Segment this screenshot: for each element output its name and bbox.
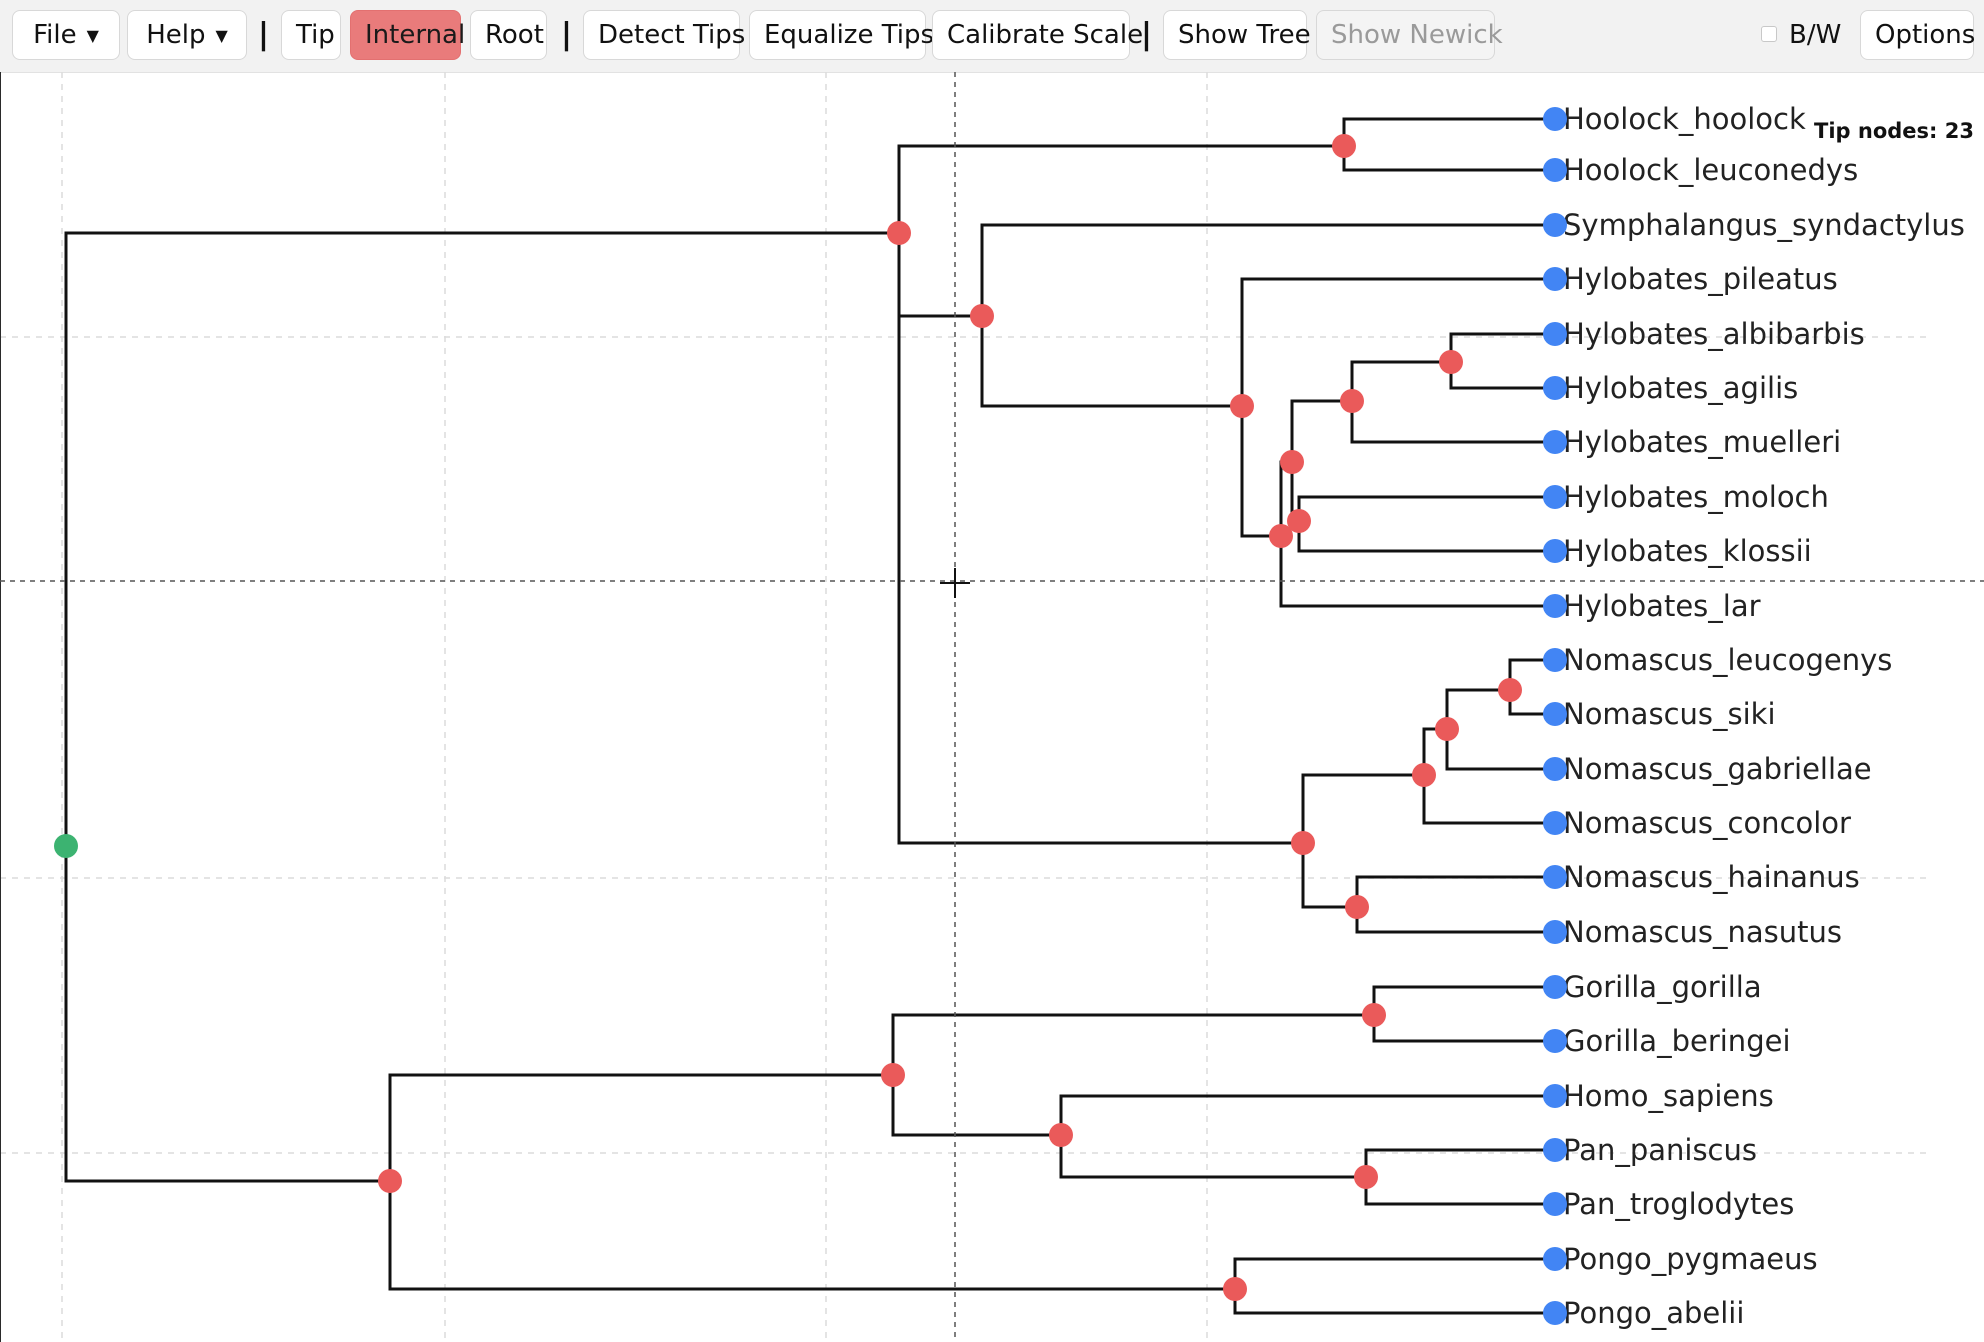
internal-node[interactable] bbox=[887, 221, 911, 245]
tip-label: Hylobates_agilis bbox=[1563, 371, 1798, 405]
tip-label: Homo_sapiens bbox=[1563, 1079, 1774, 1113]
tip-node[interactable] bbox=[1543, 702, 1567, 726]
file-menu-button[interactable]: File ▼ bbox=[12, 10, 120, 60]
tip-node[interactable] bbox=[1543, 648, 1567, 672]
tip-label: Hoolock_leuconedys bbox=[1563, 153, 1858, 187]
internal-node[interactable] bbox=[1223, 1277, 1247, 1301]
tip-label: Gorilla_beringei bbox=[1563, 1024, 1791, 1058]
bw-label: B/W bbox=[1789, 20, 1842, 50]
tip-label: Gorilla_gorilla bbox=[1563, 970, 1762, 1004]
tip-node[interactable] bbox=[1543, 107, 1567, 131]
tip-label: Pongo_abelii bbox=[1563, 1296, 1744, 1330]
tree-nodes bbox=[54, 107, 1567, 1325]
tip-node[interactable] bbox=[1543, 213, 1567, 237]
tip-label: Hylobates_klossii bbox=[1563, 534, 1812, 568]
toolbar-separator: | bbox=[258, 17, 269, 52]
tip-node[interactable] bbox=[1543, 594, 1567, 618]
tip-node[interactable] bbox=[1543, 158, 1567, 182]
internal-node[interactable] bbox=[1439, 350, 1463, 374]
root-mode-button[interactable]: Root bbox=[470, 10, 547, 60]
internal-node[interactable] bbox=[881, 1063, 905, 1087]
show-newick-button[interactable]: Show Newick bbox=[1316, 10, 1503, 60]
tip-node[interactable] bbox=[1543, 322, 1567, 346]
internal-node[interactable] bbox=[1345, 895, 1369, 919]
internal-node[interactable] bbox=[970, 304, 994, 328]
internal-node[interactable] bbox=[1340, 389, 1364, 413]
tip-label: Pan_troglodytes bbox=[1563, 1187, 1794, 1221]
internal-node[interactable] bbox=[1362, 1003, 1386, 1027]
tip-node[interactable] bbox=[1543, 1029, 1567, 1053]
internal-node[interactable] bbox=[1291, 831, 1315, 855]
detect-tips-button[interactable]: Detect Tips bbox=[583, 10, 745, 60]
tip-label: Hylobates_moloch bbox=[1563, 480, 1829, 514]
tip-label: Pan_paniscus bbox=[1563, 1133, 1757, 1167]
internal-node[interactable] bbox=[1412, 763, 1436, 787]
tip-label: Hoolock_hoolock bbox=[1563, 102, 1806, 136]
tip-node[interactable] bbox=[1543, 485, 1567, 509]
tip-node-count: Tip nodes: 23 bbox=[1814, 119, 1974, 143]
tip-node[interactable] bbox=[1543, 430, 1567, 454]
help-menu-label: Help bbox=[146, 20, 206, 50]
tip-label: Symphalangus_syndactylus bbox=[1563, 208, 1965, 242]
toolbar-separator: | bbox=[561, 17, 572, 52]
tip-node[interactable] bbox=[1543, 1247, 1567, 1271]
bw-checkbox[interactable] bbox=[1761, 26, 1777, 42]
tip-label: Pongo_pygmaeus bbox=[1563, 1242, 1818, 1276]
tip-label: Nomascus_nasutus bbox=[1563, 915, 1842, 949]
internal-node[interactable] bbox=[1287, 509, 1311, 533]
tip-label: Hylobates_lar bbox=[1563, 589, 1761, 623]
calibrate-scale-button[interactable]: Calibrate Scale bbox=[932, 10, 1143, 60]
tip-label: Nomascus_hainanus bbox=[1563, 860, 1860, 894]
tip-node[interactable] bbox=[1543, 1138, 1567, 1162]
internal-node[interactable] bbox=[1280, 450, 1304, 474]
chevron-down-icon: ▼ bbox=[86, 26, 99, 45]
toolbar-separator: | bbox=[1141, 17, 1152, 52]
internal-node[interactable] bbox=[1332, 134, 1356, 158]
toolbar: File ▼ Help ▼ | Tip Internal Root | Detect… bbox=[0, 0, 1984, 73]
chevron-down-icon: ▼ bbox=[215, 26, 228, 45]
tip-label: Nomascus_concolor bbox=[1563, 806, 1851, 840]
tip-label: Hylobates_pileatus bbox=[1563, 262, 1838, 296]
internal-node[interactable] bbox=[1498, 678, 1522, 702]
tip-node[interactable] bbox=[1543, 376, 1567, 400]
tip-node[interactable] bbox=[1543, 267, 1567, 291]
tip-node[interactable] bbox=[1543, 539, 1567, 563]
tip-node[interactable] bbox=[1543, 757, 1567, 781]
tip-node[interactable] bbox=[1543, 975, 1567, 999]
tree-plot: Hoolock_hoolock Hoolock_leuconedys Symphal… bbox=[0, 72, 1984, 1342]
tip-labels: Hoolock_hoolock Hoolock_leuconedys Symphal… bbox=[1563, 102, 1965, 1330]
tip-node[interactable] bbox=[1543, 1301, 1567, 1325]
tip-node[interactable] bbox=[1543, 865, 1567, 889]
tip-node[interactable] bbox=[1543, 1084, 1567, 1108]
tip-node[interactable] bbox=[1543, 920, 1567, 944]
tip-node[interactable] bbox=[1543, 1192, 1567, 1216]
file-menu-label: File bbox=[33, 20, 77, 50]
tip-label: Hylobates_muelleri bbox=[1563, 425, 1841, 459]
tip-label: Hylobates_albibarbis bbox=[1563, 317, 1865, 351]
tip-mode-button[interactable]: Tip bbox=[281, 10, 341, 60]
internal-mode-button[interactable]: Internal bbox=[350, 10, 465, 60]
tip-node[interactable] bbox=[1543, 811, 1567, 835]
internal-node[interactable] bbox=[1435, 717, 1459, 741]
internal-node[interactable] bbox=[1049, 1123, 1073, 1147]
options-button[interactable]: Options bbox=[1860, 10, 1975, 60]
show-tree-button[interactable]: Show Tree bbox=[1163, 10, 1311, 60]
internal-node[interactable] bbox=[1230, 394, 1254, 418]
tip-label: Nomascus_gabriellae bbox=[1563, 752, 1872, 786]
tree-canvas[interactable]: Hoolock_hoolock Hoolock_leuconedys Symphal… bbox=[0, 72, 1984, 1342]
tip-label: Nomascus_siki bbox=[1563, 697, 1776, 731]
tree-branches bbox=[64, 117, 1557, 1315]
tip-label: Nomascus_leucogenys bbox=[1563, 643, 1892, 677]
root-node[interactable] bbox=[54, 834, 78, 858]
equalize-tips-button[interactable]: Equalize Tips bbox=[749, 10, 934, 60]
internal-node[interactable] bbox=[378, 1169, 402, 1193]
help-menu-button[interactable]: Help ▼ bbox=[127, 10, 247, 60]
internal-node[interactable] bbox=[1354, 1165, 1378, 1189]
